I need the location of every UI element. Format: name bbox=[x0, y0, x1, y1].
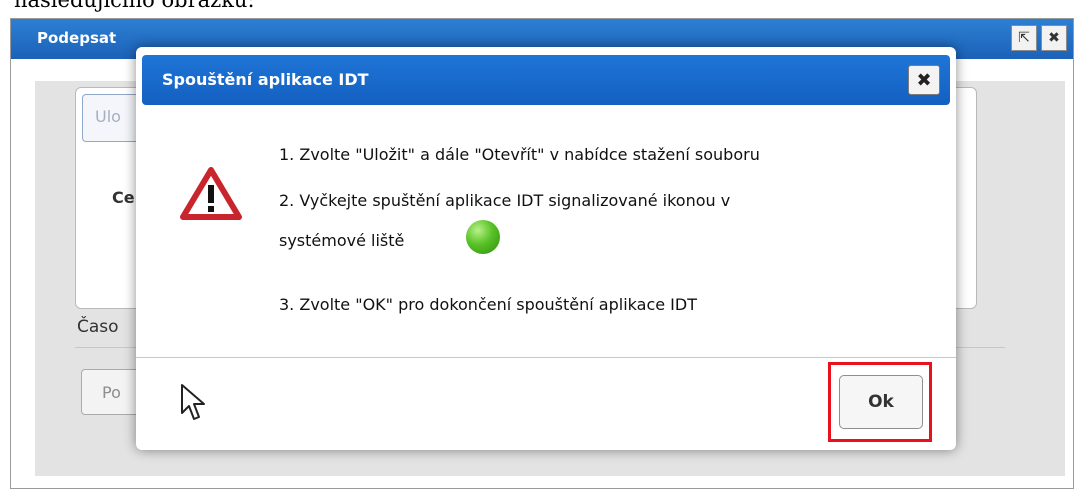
step-1-text: 1. Zvolte "Uložit" a dále "Otevřít" v na… bbox=[279, 145, 760, 164]
step-2-text: 2. Vyčkejte spuštění aplikace IDT signal… bbox=[279, 191, 731, 210]
page-caption: následujícího obrázku: bbox=[14, 0, 255, 12]
dialog-footer-divider bbox=[136, 357, 956, 358]
close-icon[interactable]: ✖ bbox=[1041, 25, 1067, 51]
background-field-label: Ce bbox=[112, 188, 135, 207]
idt-dialog: Spouštění aplikace IDT ✖ 1. Zvolte "Ulož… bbox=[136, 47, 956, 450]
green-circle-icon bbox=[466, 220, 500, 254]
background-title: Podepsat bbox=[37, 29, 117, 47]
step-2-continuation-text: systémové liště bbox=[279, 231, 405, 250]
background-caso-label: Časo bbox=[77, 317, 119, 337]
warning-icon bbox=[180, 167, 242, 220]
dialog-close-button[interactable]: ✖ bbox=[908, 65, 940, 95]
close-icon: ✖ bbox=[916, 69, 932, 91]
dialog-header: Spouštění aplikace IDT ✖ bbox=[142, 55, 950, 105]
dialog-title: Spouštění aplikace IDT bbox=[162, 70, 369, 89]
mouse-cursor-icon bbox=[181, 384, 205, 420]
ok-button[interactable]: Ok bbox=[839, 375, 923, 429]
step-3-text: 3. Zvolte "OK" pro dokončení spouštění a… bbox=[279, 295, 697, 314]
popout-icon[interactable]: ⇱ bbox=[1011, 25, 1037, 51]
